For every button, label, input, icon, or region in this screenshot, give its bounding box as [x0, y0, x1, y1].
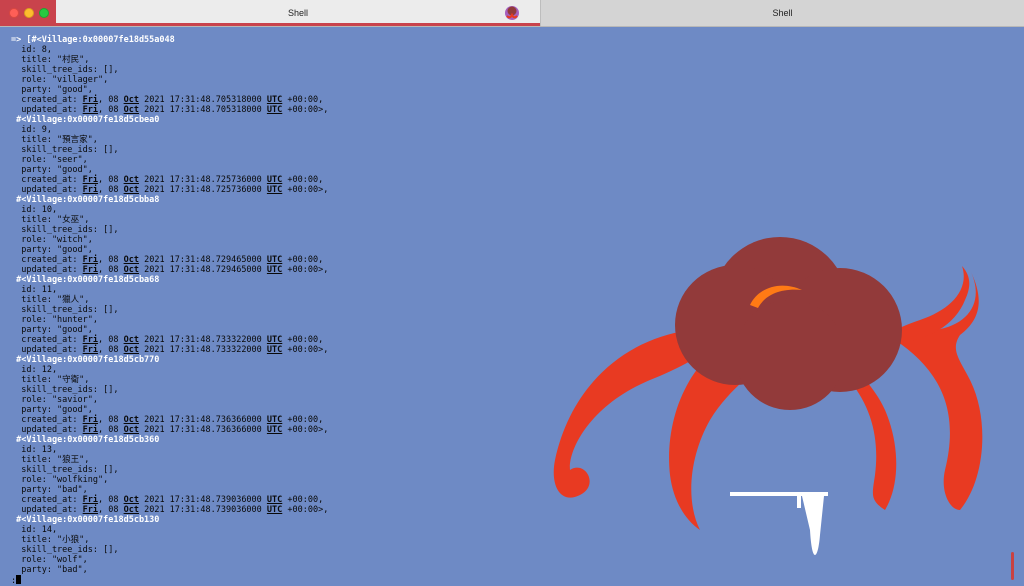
- object-reference: #<Village:0x00007fe18d5cba68: [16, 275, 160, 285]
- zoom-button[interactable]: [39, 8, 49, 18]
- record-field-updated: updated_at: Fri, 08 Oct 2021 17:31:48.73…: [11, 425, 329, 435]
- record-field-role: role: "seer",: [11, 155, 88, 165]
- record-field-party: party: "good",: [11, 85, 93, 95]
- object-reference: #<Village:0x00007fe18d5cbea0: [16, 115, 160, 125]
- object-reference: [#<Village:0x00007fe18d55a048: [26, 35, 175, 45]
- record-field-role: role: "wolf",: [11, 555, 88, 565]
- record-field-updated: updated_at: Fri, 08 Oct 2021 17:31:48.72…: [11, 185, 329, 195]
- record-field-updated: updated_at: Fri, 08 Oct 2021 17:31:48.73…: [11, 345, 329, 355]
- record-field-updated: updated_at: Fri, 08 Oct 2021 17:31:48.70…: [11, 105, 329, 115]
- record-field-party: party: "good",: [11, 405, 93, 415]
- record-field-skills: skill_tree_ids: [],: [11, 225, 119, 235]
- record-field-skills: skill_tree_ids: [],: [11, 545, 119, 555]
- record-field-party: party: "good",: [11, 165, 93, 175]
- record-field-id: id: 13,: [11, 445, 58, 455]
- record-field-title: title: "村民",: [11, 55, 90, 65]
- record-field-role: role: "hunter",: [11, 315, 98, 325]
- record-field-id: id: 14,: [11, 525, 58, 535]
- scrollbar[interactable]: [1011, 552, 1014, 580]
- record-header: #<Village:0x00007fe18d5cb130: [11, 515, 531, 525]
- mascot-icon: [505, 6, 519, 20]
- minimize-button[interactable]: [24, 8, 34, 18]
- record-field-updated: updated_at: Fri, 08 Oct 2021 17:31:48.73…: [11, 505, 329, 515]
- tab-label: Shell: [287, 8, 308, 18]
- object-reference: #<Village:0x00007fe18d5cb770: [16, 355, 160, 365]
- record-field-id: id: 8,: [11, 45, 52, 55]
- record-field-party: party: "good",: [11, 245, 93, 255]
- record-field-created: created_at: Fri, 08 Oct 2021 17:31:48.72…: [11, 255, 324, 265]
- text-cursor: [16, 575, 22, 584]
- record-field-id: id: 12,: [11, 365, 58, 375]
- record-header: #<Village:0x00007fe18d5cbba8: [11, 195, 531, 205]
- record-field-skills: skill_tree_ids: [],: [11, 305, 119, 315]
- close-button[interactable]: [9, 8, 19, 18]
- record-field-title: title: "女巫",: [11, 215, 90, 225]
- record-field-id: id: 11,: [11, 285, 58, 295]
- record-field-party: party: "good",: [11, 325, 93, 335]
- record-field-title: title: "預言家",: [11, 135, 98, 145]
- record-header: #<Village:0x00007fe18d5cbea0: [11, 115, 531, 125]
- object-reference: #<Village:0x00007fe18d5cbba8: [16, 195, 160, 205]
- record-field-created: created_at: Fri, 08 Oct 2021 17:31:48.73…: [11, 335, 324, 345]
- object-reference: #<Village:0x00007fe18d5cb130: [16, 515, 160, 525]
- record-field-party: party: "bad",: [11, 485, 88, 495]
- record-header: #<Village:0x00007fe18d5cb360: [11, 435, 531, 445]
- record-field-created: created_at: Fri, 08 Oct 2021 17:31:48.72…: [11, 175, 324, 185]
- octopus-illustration-icon: [553, 237, 983, 555]
- record-field-created: created_at: Fri, 08 Oct 2021 17:31:48.73…: [11, 495, 324, 505]
- record-field-skills: skill_tree_ids: [],: [11, 385, 119, 395]
- title-bar: Shell Shell: [0, 0, 1024, 27]
- record-field-id: id: 10,: [11, 205, 58, 215]
- record-field-title: title: "守衛",: [11, 375, 90, 385]
- record-field-role: role: "wolfking",: [11, 475, 109, 485]
- record-field-created: created_at: Fri, 08 Oct 2021 17:31:48.70…: [11, 95, 324, 105]
- tab-shell-inactive[interactable]: Shell: [540, 0, 1024, 26]
- record-field-skills: skill_tree_ids: [],: [11, 145, 119, 155]
- tab-label: Shell: [772, 8, 793, 18]
- record-header: #<Village:0x00007fe18d5cb770: [11, 355, 531, 365]
- record-field-role: role: "savior",: [11, 395, 98, 405]
- record-field-updated: updated_at: Fri, 08 Oct 2021 17:31:48.72…: [11, 265, 329, 275]
- record-field-role: role: "witch",: [11, 235, 93, 245]
- input-line[interactable]: :: [11, 575, 531, 586]
- window-controls: [0, 0, 56, 26]
- record-header: => [#<Village:0x00007fe18d55a048: [11, 35, 531, 45]
- record-field-title: title: "狼王",: [11, 455, 90, 465]
- record-header: #<Village:0x00007fe18d5cba68: [11, 275, 531, 285]
- record-field-party: party: "bad",: [11, 565, 88, 575]
- terminal-window: Shell Shell => [#<Village:0x00007fe18d55…: [0, 0, 1024, 586]
- record-field-title: title: "小狼",: [11, 535, 90, 545]
- terminal-output[interactable]: => [#<Village:0x00007fe18d55a048 id: 8, …: [11, 35, 531, 586]
- prompt-symbol: =>: [11, 35, 27, 45]
- record-field-skills: skill_tree_ids: [],: [11, 465, 119, 475]
- record-field-id: id: 9,: [11, 125, 52, 135]
- record-field-title: title: "獵人",: [11, 295, 90, 305]
- object-reference: #<Village:0x00007fe18d5cb360: [16, 435, 160, 445]
- record-field-skills: skill_tree_ids: [],: [11, 65, 119, 75]
- tab-shell-active[interactable]: Shell: [56, 0, 540, 26]
- record-field-role: role: "villager",: [11, 75, 109, 85]
- record-field-created: created_at: Fri, 08 Oct 2021 17:31:48.73…: [11, 415, 324, 425]
